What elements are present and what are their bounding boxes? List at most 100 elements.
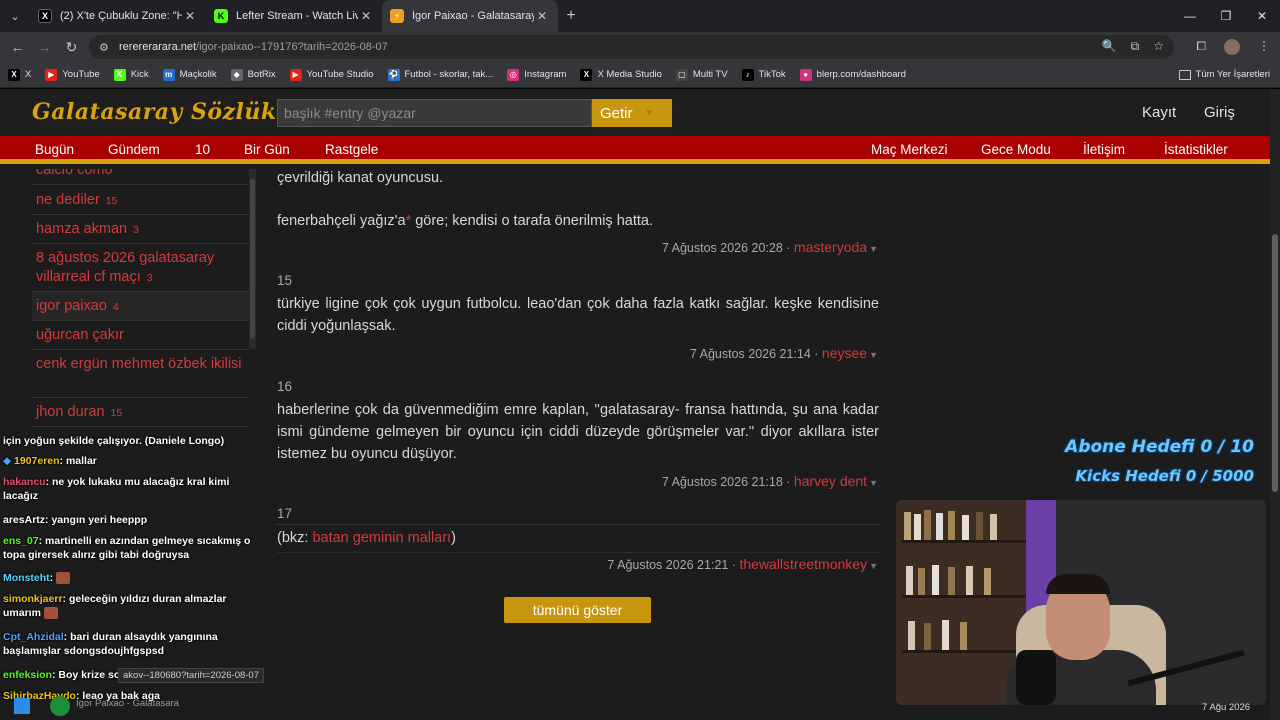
search-button[interactable]: Getir ▼ (592, 99, 672, 127)
entry-divider (277, 552, 879, 553)
sidebar-scrollbar[interactable] (249, 169, 256, 349)
sidebar-scrollbar-thumb[interactable] (250, 179, 255, 339)
entry-author[interactable]: masteryoda (794, 239, 867, 255)
new-tab-icon[interactable]: + (558, 7, 584, 25)
reload-icon[interactable]: ↻ (58, 39, 85, 56)
taskbar-title: İgor Paixao - Galatasara (76, 698, 179, 709)
bookmark-item[interactable]: m Maçkolik (162, 68, 217, 81)
caret-down-icon[interactable]: ▼ (869, 244, 878, 254)
bookmark-label: BotRix (247, 69, 276, 80)
caret-down-icon[interactable]: ▼ (869, 350, 878, 360)
address-bar[interactable]: ⚙ rerererarara.net/igor-paixao--179176?t… (89, 35, 1174, 59)
folder-icon (1178, 69, 1191, 80)
bookmark-item[interactable]: XX (8, 68, 31, 81)
entry-number[interactable]: 15 (277, 273, 292, 288)
bookmark-star-icon[interactable]: ☆ (1153, 39, 1164, 54)
x-icon: X (38, 9, 52, 23)
sidebar-topic-selected[interactable]: igor paixao 4 (32, 292, 249, 321)
windows-start-icon[interactable] (14, 698, 30, 714)
forward-icon[interactable]: → (31, 39, 58, 55)
caret-down-icon[interactable]: ▼ (869, 561, 878, 571)
bookmark-item[interactable]: ⚽ Futbol - skorlar, tak... (387, 68, 493, 81)
profile-avatar[interactable] (1224, 39, 1240, 55)
tab-title: (2) X'te Çubuklu Zone: "Hangi s (60, 10, 182, 22)
sidebar-topic[interactable]: hamza akman 3 (32, 215, 249, 244)
bookmark-item[interactable]: ♪ TikTok (741, 68, 786, 81)
login-link[interactable]: Giriş (1204, 104, 1235, 121)
all-bookmarks-label: Tüm Yer İşaretleri (1195, 69, 1270, 80)
kicks-goal: Kicks Hedefi 0 / 5000 (1075, 467, 1254, 485)
nav-10[interactable]: 10 (195, 142, 210, 157)
bkz-link[interactable]: batan geminin malları (312, 530, 451, 546)
bookmark-label: Instagram (524, 69, 567, 80)
show-all-button[interactable]: tümünü göster (504, 597, 651, 623)
nav-istatistikler[interactable]: İstatistikler (1164, 142, 1228, 157)
bookmark-item[interactable]: X X Media Studio (580, 68, 662, 81)
all-bookmarks[interactable]: Tüm Yer İşaretleri (1178, 69, 1270, 80)
bookmark-item[interactable]: ▢ Multi TV (675, 68, 728, 81)
entry-date[interactable]: 7 Ağustos 2026 20:28 (662, 241, 783, 255)
back-icon[interactable]: ← (4, 39, 31, 55)
nav-bir-gun[interactable]: Bir Gün (244, 142, 290, 157)
bookmark-item[interactable]: ◆ BotRix (230, 68, 276, 81)
topic-label: igor paixao (36, 298, 107, 314)
entry-divider (277, 524, 879, 525)
caret-down-icon[interactable]: ▼ (869, 478, 878, 488)
topic-label: ne dediler (36, 192, 100, 208)
bookmark-item[interactable]: ◎ Instagram (507, 68, 567, 81)
entry-author[interactable]: harvey dent (794, 473, 867, 489)
sidebar-topic[interactable]: 8 ağustos 2026 galatasaray villarreal cf… (32, 244, 249, 292)
site-logo[interactable]: Galatasaray Sözlük (32, 99, 277, 125)
extensions-icon[interactable]: ⧠ (1196, 39, 1206, 55)
bookmark-item[interactable]: ▶ YouTube Studio (289, 68, 374, 81)
entry-date[interactable]: 7 Ağustos 2026 21:21 (607, 558, 728, 572)
sidebar-topic[interactable]: uğurcan çakır (32, 321, 249, 350)
entry-number[interactable]: 16 (277, 379, 292, 394)
menu-icon[interactable]: ⋮ (1258, 39, 1270, 55)
entry-text: haberlerine çok da güvenmediğim emre kap… (277, 402, 879, 462)
zoom-icon[interactable]: 🔍 (1102, 39, 1117, 54)
tab-galatasaray-sozluk[interactable]: ⚡ İgor Paixao - Galatasaray Sözlük ✕ (382, 0, 558, 32)
nav-bugun[interactable]: Bugün (35, 142, 74, 157)
entry-date[interactable]: 7 Ağustos 2026 21:18 (662, 475, 783, 489)
minimize-icon[interactable]: — (1172, 0, 1208, 32)
bookmark-favicon-icon: ⚽ (387, 68, 400, 81)
bookmark-item[interactable]: K Kick (113, 68, 149, 81)
sidebar-topic[interactable]: jhon duran 15 (32, 398, 249, 427)
close-icon[interactable]: ✕ (358, 9, 374, 23)
bookmark-favicon-icon: ◆ (230, 68, 243, 81)
scrollbar-thumb[interactable] (1272, 234, 1278, 492)
restore-icon[interactable]: ❐ (1208, 0, 1244, 32)
nav-mac-merkezi[interactable]: Maç Merkezi (871, 142, 948, 157)
search-input[interactable] (277, 99, 592, 127)
entry-number[interactable]: 17 (277, 506, 292, 521)
url-text: rerererarara.net/igor-paixao--179176?tar… (119, 41, 388, 53)
page-scrollbar[interactable] (1270, 89, 1280, 720)
bookmark-item[interactable]: ▶ YouTube (45, 68, 100, 81)
bookmark-label: YouTube Studio (306, 69, 374, 80)
topic-label: jhon duran (36, 404, 105, 420)
sidebar-topic[interactable]: cenk ergün mehmet özbek ikilisi (32, 350, 249, 398)
close-icon[interactable]: ✕ (534, 9, 550, 23)
nav-gundem[interactable]: Gündem (108, 142, 160, 157)
close-window-icon[interactable]: ✕ (1244, 0, 1280, 32)
register-link[interactable]: Kayıt (1142, 104, 1176, 121)
bookmark-item[interactable]: ● blerp.com/dashboard (799, 68, 906, 81)
entry-date[interactable]: 7 Ağustos 2026 21:14 (690, 347, 811, 361)
entry-author[interactable]: thewallstreetmonkey (739, 556, 867, 572)
sidebar-topic[interactable]: ne dediler 15 (32, 185, 249, 215)
chat-message: ens_07: martinelli en azından gelmeye sı… (3, 535, 251, 561)
tab-search-icon[interactable]: ⌄ (0, 0, 30, 32)
close-icon[interactable]: ✕ (182, 9, 198, 23)
cast-icon[interactable]: ⧉ (1131, 39, 1140, 54)
sidebar-topic[interactable]: calcio como (32, 169, 249, 185)
chat-message: simonkjaerr: geleceğin yıldızı duran alm… (3, 593, 227, 620)
nav-rastgele[interactable]: Rastgele (325, 142, 378, 157)
nav-iletisim[interactable]: İletişim (1083, 142, 1125, 157)
nav-gece-modu[interactable]: Gece Modu (981, 142, 1051, 157)
entry-author[interactable]: neysee (822, 345, 867, 361)
tab-x[interactable]: X (2) X'te Çubuklu Zone: "Hangi s ✕ (30, 0, 206, 32)
browser-taskbar-icon[interactable] (50, 696, 70, 716)
site-info-icon[interactable]: ⚙ (99, 41, 119, 54)
tab-kick[interactable]: K Lefter Stream - Watch Live on K ✕ (206, 0, 382, 32)
